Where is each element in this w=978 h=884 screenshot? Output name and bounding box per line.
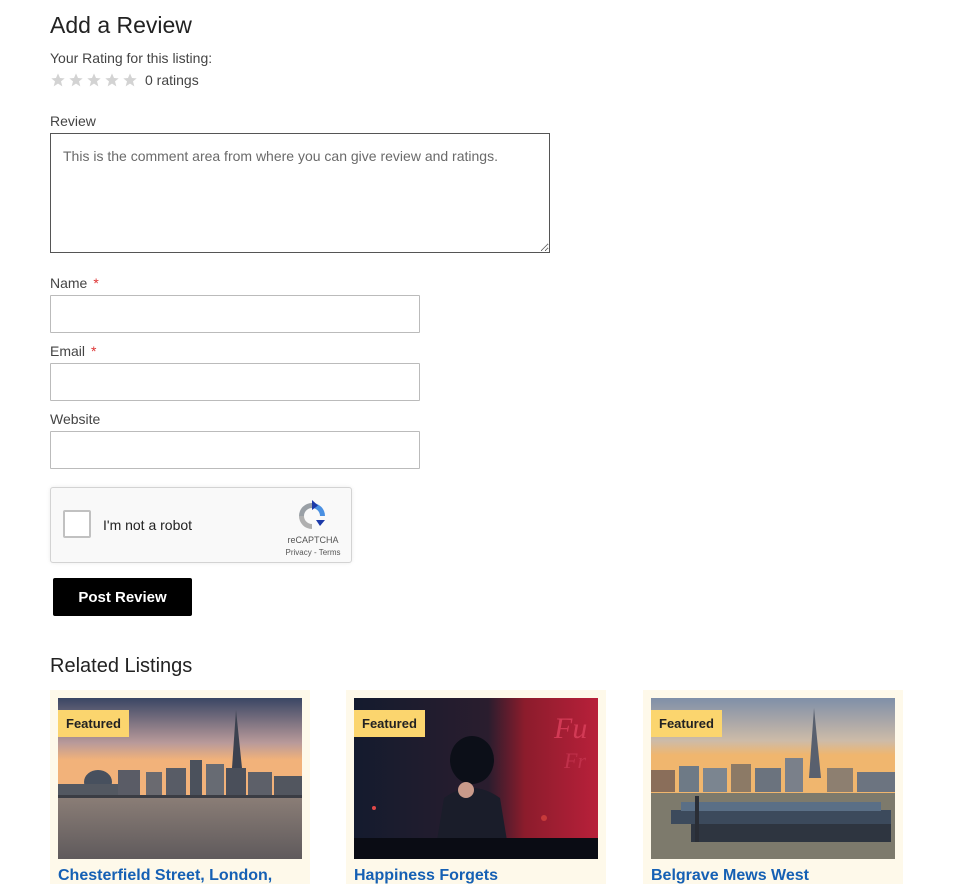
email-field[interactable]: [50, 363, 420, 401]
listing-title-link[interactable]: Chesterfield Street, London,: [58, 867, 272, 884]
related-listings-title: Related Listings: [50, 655, 193, 677]
listing-title-link[interactable]: Happiness Forgets: [354, 867, 498, 884]
review-title: Add a Review: [50, 12, 192, 38]
featured-badge: Featured: [651, 710, 722, 737]
name-label: Name *: [50, 275, 99, 291]
recaptcha-label: I'm not a robot: [103, 517, 193, 533]
rating-label: Your Rating for this listing:: [50, 50, 213, 66]
name-field[interactable]: [50, 295, 420, 333]
featured-badge: Featured: [58, 710, 129, 737]
ratings-count: 0 ratings: [145, 72, 199, 88]
svg-text:Fr: Fr: [563, 748, 586, 773]
star-rating[interactable]: [50, 72, 138, 88]
name-label-text: Name: [50, 275, 88, 291]
listing-card[interactable]: Featured Belgrave Mews West: [643, 690, 903, 884]
star-icon[interactable]: [68, 72, 84, 88]
review-textarea[interactable]: [50, 133, 550, 253]
star-icon[interactable]: [122, 72, 138, 88]
required-mark: *: [93, 275, 99, 291]
recaptcha-brand: reCAPTCHA: [287, 535, 339, 545]
recaptcha-logo-icon: [299, 500, 325, 529]
svg-text:Fu: Fu: [553, 712, 587, 745]
website-field[interactable]: [50, 431, 420, 469]
featured-badge: Featured: [354, 710, 425, 737]
listing-title-link[interactable]: Belgrave Mews West: [651, 867, 809, 884]
website-label: Website: [50, 411, 101, 427]
email-label-text: Email: [50, 343, 86, 359]
listing-card[interactable]: Featured Chesterfield Street, London,: [50, 690, 310, 884]
star-icon[interactable]: [86, 72, 102, 88]
star-icon[interactable]: [50, 72, 66, 88]
listing-card[interactable]: Fu Fr Featured Happiness Forgets: [346, 690, 606, 884]
post-review-button[interactable]: Post Review: [53, 578, 192, 616]
recaptcha-widget: I'm not a robot reCAPTCHA Privacy - Term…: [50, 487, 352, 563]
recaptcha-checkbox[interactable]: [63, 510, 91, 538]
email-label: Email *: [50, 343, 96, 359]
review-label: Review: [50, 113, 96, 129]
recaptcha-links[interactable]: Privacy - Terms: [279, 548, 347, 557]
star-icon[interactable]: [104, 72, 120, 88]
required-mark: *: [91, 343, 97, 359]
